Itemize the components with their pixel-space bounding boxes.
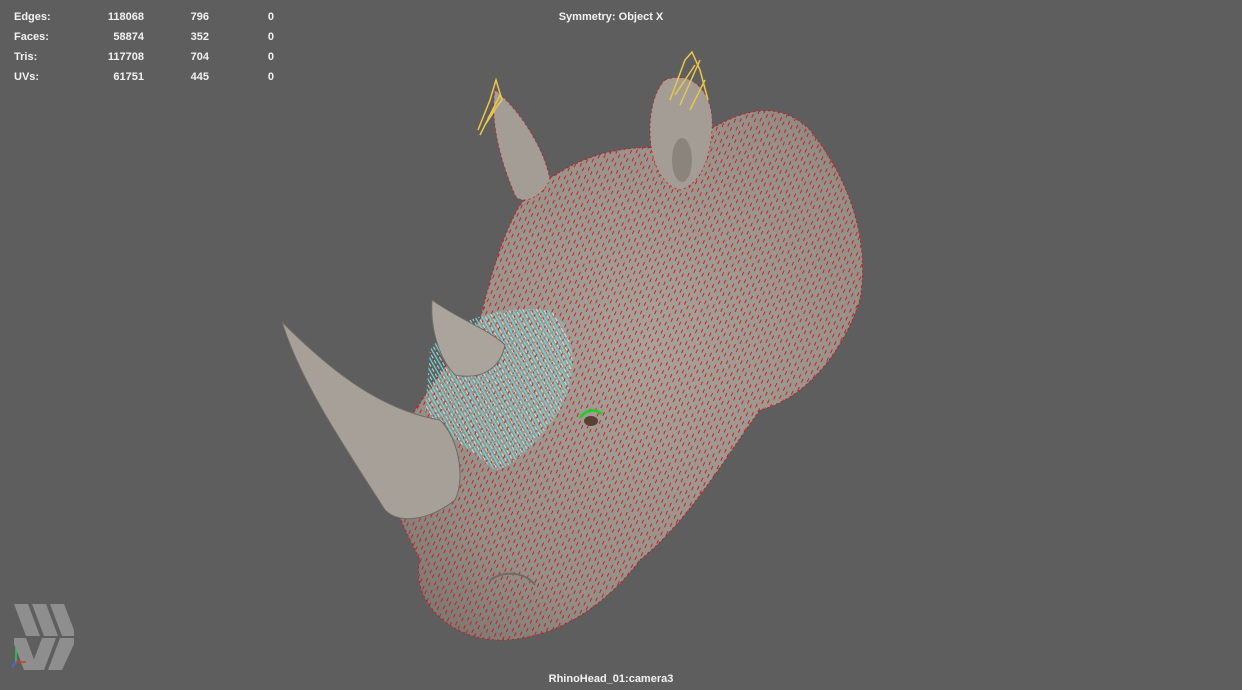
hud-value: 352 (190, 31, 209, 43)
3d-viewport[interactable]: Edges: 118068 796 0 Faces: 58874 352 0 T… (0, 0, 1242, 690)
hud-value: 0 (267, 31, 274, 43)
hud-value: 704 (190, 51, 209, 63)
symmetry-status: Symmetry: Object X (558, 11, 664, 23)
hud-value: 0 (267, 71, 274, 83)
hud-value: 61751 (113, 71, 144, 83)
rhino-head-model[interactable] (0, 0, 1242, 690)
hud-value: 445 (190, 71, 209, 83)
hud-value: 117708 (107, 51, 144, 63)
hud-label: Tris: (14, 51, 38, 63)
hud-value: 58874 (113, 31, 144, 43)
axis-gizmo-icon (11, 648, 26, 668)
eye (584, 416, 598, 426)
hud-label: Faces: (14, 31, 49, 43)
hud-row-uvs: UVs: 61751 445 0 (14, 70, 274, 90)
hud-value: 0 (267, 51, 274, 63)
hud-row-tris: Tris: 117708 704 0 (14, 50, 274, 70)
hud-row-faces: Faces: 58874 352 0 (14, 30, 274, 50)
left-ear (493, 89, 551, 201)
hud-label: UVs: (14, 71, 40, 83)
camera-name: RhinoHead_01:camera3 (548, 673, 674, 685)
